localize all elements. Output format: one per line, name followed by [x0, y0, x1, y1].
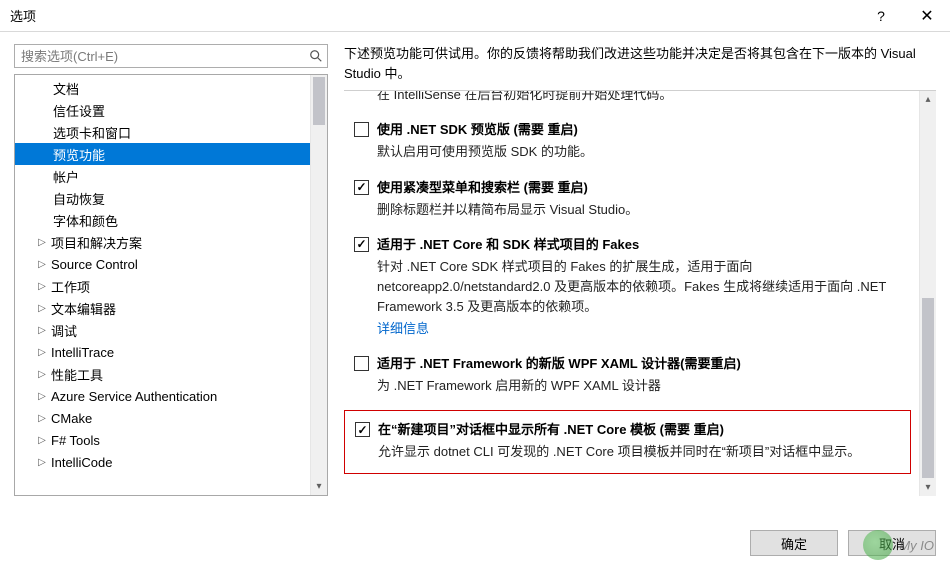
tree-item-label: IntelliCode — [51, 455, 112, 470]
ok-button[interactable]: 确定 — [750, 530, 838, 556]
option-description: 为 .NET Framework 启用新的 WPF XAML 设计器 — [377, 376, 909, 396]
tree-item-label: 文本编辑器 — [51, 299, 116, 318]
expander-icon[interactable]: ▷ — [35, 235, 49, 249]
tree-item-label: 预览功能 — [53, 145, 105, 164]
window-title: 选项 — [0, 6, 858, 25]
option-title: 适用于 .NET Framework 的新版 WPF XAML 设计器(需要重启… — [377, 353, 741, 372]
search-input[interactable] — [15, 45, 305, 67]
option-description: 在 IntelliSense 在后台初始化时提前开始处理代码。 — [377, 91, 909, 105]
tree-item-label: 工作项 — [51, 277, 90, 296]
tree-item[interactable]: 信任设置 — [15, 99, 310, 121]
left-panel: 文档信任设置选项卡和窗口预览功能帐户自动恢复字体和颜色▷项目和解决方案▷Sour… — [14, 44, 328, 496]
option-item: 使用 .NET SDK 预览版 (需要 重启) 默认启用可使用预览版 SDK 的功… — [354, 119, 909, 162]
tree-item[interactable]: 自动恢复 — [15, 187, 310, 209]
dialog-buttons: 确定 取消 — [750, 530, 936, 556]
options-scrollbar-thumb[interactable] — [922, 298, 934, 478]
tree-item[interactable]: 预览功能 — [15, 143, 310, 165]
tree-item-label: 自动恢复 — [53, 189, 105, 208]
tree-item[interactable]: ▷CMake — [15, 407, 310, 429]
search-icon[interactable] — [305, 45, 327, 67]
cancel-button[interactable]: 取消 — [848, 530, 936, 556]
option-description: 允许显示 dotnet CLI 可发现的 .NET Core 项目模板并同时在“… — [378, 442, 900, 462]
option-checkbox[interactable] — [355, 422, 370, 437]
tree-item[interactable]: ▷Source Control — [15, 253, 310, 275]
tree-item-label: F# Tools — [51, 433, 100, 448]
close-button[interactable]: ✕ — [904, 0, 950, 31]
option-item: 适用于 .NET Core 和 SDK 样式项目的 Fakes 针对 .NET C… — [354, 234, 909, 340]
expander-icon[interactable]: ▷ — [35, 345, 49, 359]
options-scrollbar[interactable]: ▴ ▾ — [919, 91, 936, 496]
tree-item-label: IntelliTrace — [51, 345, 114, 360]
options-area: 在 IntelliSense 在后台初始化时提前开始处理代码。使用 .NET S… — [344, 90, 936, 496]
option-title: 使用紧凑型菜单和搜索栏 (需要 重启) — [377, 177, 588, 196]
intro-text: 下述预览功能可供试用。你的反馈将帮助我们改进这些功能并决定是否将其包含在下一版本… — [344, 44, 936, 84]
tree-item[interactable]: ▷IntelliCode — [15, 451, 310, 473]
option-link[interactable]: 详细信息 — [377, 319, 429, 339]
tree-item[interactable]: ▷性能工具 — [15, 363, 310, 385]
option-title-row: 适用于 .NET Core 和 SDK 样式项目的 Fakes — [354, 234, 909, 253]
expander-icon[interactable]: ▷ — [35, 389, 49, 403]
dialog-body: 文档信任设置选项卡和窗口预览功能帐户自动恢复字体和颜色▷项目和解决方案▷Sour… — [0, 32, 950, 572]
tree-item-label: 字体和颜色 — [53, 211, 118, 230]
option-title-row: 适用于 .NET Framework 的新版 WPF XAML 设计器(需要重启… — [354, 353, 909, 372]
options-scrollbar-down-icon[interactable]: ▾ — [920, 479, 936, 496]
expander-icon[interactable]: ▷ — [35, 367, 49, 381]
option-description: 默认启用可使用预览版 SDK 的功能。 — [377, 142, 909, 162]
expander-icon[interactable]: ▷ — [35, 433, 49, 447]
tree-scrollbar-thumb[interactable] — [313, 77, 325, 125]
expander-icon[interactable]: ▷ — [35, 455, 49, 469]
expander-icon[interactable]: ▷ — [35, 323, 49, 337]
option-title: 使用 .NET SDK 预览版 (需要 重启) — [377, 119, 578, 138]
tree-item[interactable]: ▷F# Tools — [15, 429, 310, 451]
option-checkbox[interactable] — [354, 237, 369, 252]
tree-item-label: 选项卡和窗口 — [53, 123, 131, 142]
tree-item[interactable]: 文档 — [15, 77, 310, 99]
options-scrollbar-up-icon[interactable]: ▴ — [920, 91, 936, 108]
tree-item-label: 信任设置 — [53, 101, 105, 120]
tree-item-label: Source Control — [51, 257, 138, 272]
tree-item-label: 文档 — [53, 79, 79, 98]
option-item: 在“新建项目”对话框中显示所有 .NET Core 模板 (需要 重启) 允许显示… — [344, 410, 911, 473]
help-button[interactable]: ? — [858, 0, 904, 31]
option-title-row: 在“新建项目”对话框中显示所有 .NET Core 模板 (需要 重启) — [355, 419, 900, 438]
tree-item[interactable]: ▷调试 — [15, 319, 310, 341]
expander-icon[interactable]: ▷ — [35, 411, 49, 425]
option-description: 删除标题栏并以精简布局显示 Visual Studio。 — [377, 200, 909, 220]
tree-item[interactable]: 字体和颜色 — [15, 209, 310, 231]
tree-item-label: CMake — [51, 411, 92, 426]
tree-item[interactable]: 帐户 — [15, 165, 310, 187]
option-checkbox[interactable] — [354, 356, 369, 371]
expander-icon[interactable]: ▷ — [35, 279, 49, 293]
titlebar: 选项 ? ✕ — [0, 0, 950, 32]
option-item: 在 IntelliSense 在后台初始化时提前开始处理代码。 — [354, 91, 909, 105]
option-item: 适用于 .NET Framework 的新版 WPF XAML 设计器(需要重启… — [354, 353, 909, 396]
tree-item-label: Azure Service Authentication — [51, 389, 217, 404]
tree-item[interactable]: ▷工作项 — [15, 275, 310, 297]
expander-icon[interactable]: ▷ — [35, 301, 49, 315]
tree-item-label: 调试 — [51, 321, 77, 340]
tree-scrollbar[interactable]: ▾ — [310, 75, 327, 495]
option-title: 在“新建项目”对话框中显示所有 .NET Core 模板 (需要 重启) — [378, 419, 724, 438]
option-title: 适用于 .NET Core 和 SDK 样式项目的 Fakes — [377, 234, 639, 253]
tree-item-label: 帐户 — [53, 167, 79, 186]
tree-item[interactable]: ▷项目和解决方案 — [15, 231, 310, 253]
option-checkbox[interactable] — [354, 180, 369, 195]
option-item: 使用紧凑型菜单和搜索栏 (需要 重启) 删除标题栏并以精简布局显示 Visual … — [354, 177, 909, 220]
tree-scrollbar-down-icon[interactable]: ▾ — [311, 478, 327, 495]
tree-item-label: 项目和解决方案 — [51, 233, 142, 252]
option-title-row: 使用紧凑型菜单和搜索栏 (需要 重启) — [354, 177, 909, 196]
expander-icon[interactable]: ▷ — [35, 257, 49, 271]
tree-item[interactable]: ▷Azure Service Authentication — [15, 385, 310, 407]
option-checkbox[interactable] — [354, 122, 369, 137]
right-panel: 下述预览功能可供试用。你的反馈将帮助我们改进这些功能并决定是否将其包含在下一版本… — [328, 44, 936, 496]
option-title-row: 使用 .NET SDK 预览版 (需要 重启) — [354, 119, 909, 138]
tree-item[interactable]: ▷IntelliTrace — [15, 341, 310, 363]
search-box[interactable] — [14, 44, 328, 68]
tree-item[interactable]: 选项卡和窗口 — [15, 121, 310, 143]
option-description: 针对 .NET Core SDK 样式项目的 Fakes 的扩展生成，适用于面向… — [377, 257, 909, 340]
tree-item-label: 性能工具 — [51, 365, 103, 384]
category-tree: 文档信任设置选项卡和窗口预览功能帐户自动恢复字体和颜色▷项目和解决方案▷Sour… — [14, 74, 328, 496]
tree-item[interactable]: ▷文本编辑器 — [15, 297, 310, 319]
